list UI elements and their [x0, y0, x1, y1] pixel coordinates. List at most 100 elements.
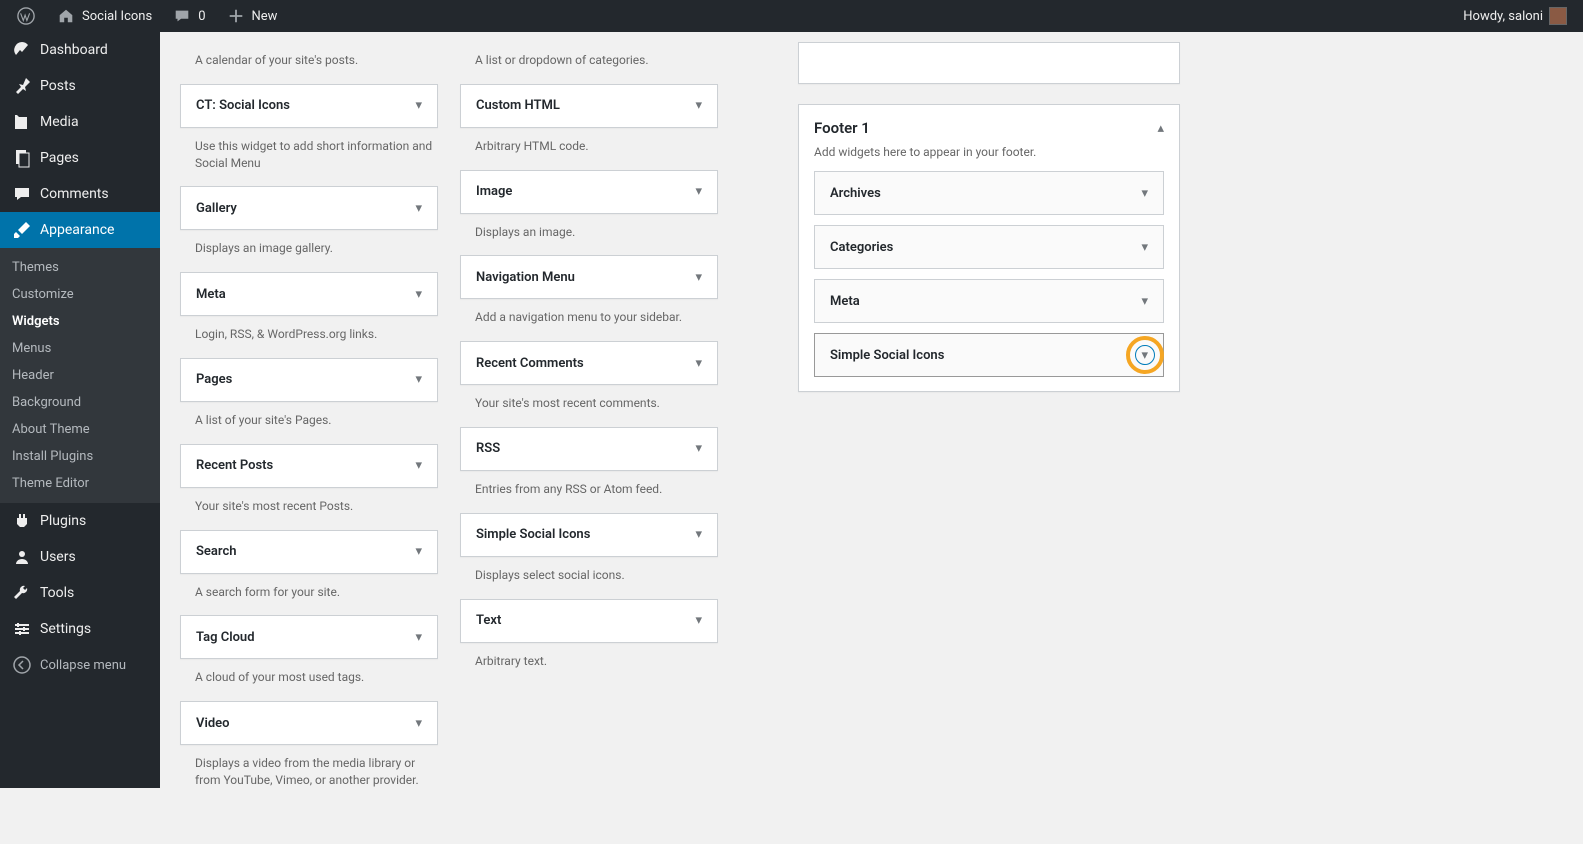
widget-title: Search: [196, 544, 237, 559]
widget-description: Your site's most recent comments.: [475, 395, 718, 412]
submenu-background[interactable]: Background: [0, 389, 160, 416]
dashboard-icon: [12, 40, 32, 60]
menu-comments[interactable]: Comments: [0, 176, 160, 212]
submenu-themes[interactable]: Themes: [0, 254, 160, 281]
available-widget[interactable]: Simple Social Icons▾: [460, 513, 718, 557]
media-icon: [12, 112, 32, 132]
menu-tools[interactable]: Tools: [0, 575, 160, 611]
widget-description: A cloud of your most used tags.: [195, 669, 438, 686]
available-widget[interactable]: CT: Social Icons▾: [180, 84, 438, 128]
menu-pages[interactable]: Pages: [0, 140, 160, 176]
chevron-down-icon: ▾: [415, 201, 422, 216]
available-widget[interactable]: RSS▾: [460, 427, 718, 471]
available-widget[interactable]: Meta▾: [180, 272, 438, 316]
widget-title: Custom HTML: [476, 98, 560, 113]
wp-logo[interactable]: [8, 0, 44, 32]
submenu-customize[interactable]: Customize: [0, 281, 160, 308]
widget-description: Arbitrary text.: [475, 653, 718, 670]
available-widget[interactable]: Text▾: [460, 599, 718, 643]
chevron-down-icon[interactable]: ▾: [1141, 294, 1148, 309]
menu-settings[interactable]: Settings: [0, 611, 160, 647]
menu-comments-label: Comments: [40, 186, 109, 202]
wordpress-icon: [16, 6, 36, 26]
chevron-down-icon: ▾: [415, 98, 422, 113]
available-widgets: A calendar of your site's posts. CT: Soci…: [180, 42, 718, 804]
my-account-link[interactable]: Howdy, saloni: [1455, 0, 1575, 32]
chevron-down-icon: ▾: [415, 458, 422, 473]
placed-widget[interactable]: Archives ▾: [814, 171, 1164, 215]
available-widget[interactable]: Image▾: [460, 170, 718, 214]
menu-users[interactable]: Users: [0, 539, 160, 575]
widget-description: Use this widget to add short information…: [195, 138, 438, 172]
widget-area-header[interactable]: Footer 1 ▴: [799, 105, 1179, 141]
new-content-link[interactable]: New: [218, 0, 286, 32]
howdy-label: Howdy, saloni: [1463, 9, 1543, 24]
menu-pages-label: Pages: [40, 150, 79, 166]
widget-title: Video: [196, 716, 230, 731]
comments-count: 0: [198, 9, 205, 24]
submenu-theme-editor[interactable]: Theme Editor: [0, 470, 160, 497]
widget-areas: Footer 1 ▴ Add widgets here to appear in…: [798, 42, 1180, 412]
available-widget[interactable]: Tag Cloud▾: [180, 615, 438, 659]
chevron-down-icon: ▾: [415, 372, 422, 387]
chevron-down-icon: ▾: [695, 356, 702, 371]
chevron-down-icon[interactable]: ▾: [1141, 186, 1148, 201]
widget-area-title: Footer 1: [814, 119, 870, 137]
placed-widget[interactable]: Meta▾: [814, 279, 1164, 323]
chevron-down-icon: ▾: [695, 527, 702, 542]
collapse-menu[interactable]: Collapse menu: [0, 647, 160, 683]
widget-title: Categories: [830, 240, 893, 255]
menu-posts-label: Posts: [40, 78, 76, 94]
widget-description: Add a navigation menu to your sidebar.: [475, 309, 718, 326]
chevron-down-icon[interactable]: ▾: [1141, 348, 1148, 363]
widget-area-footer-1: Footer 1 ▴ Add widgets here to appear in…: [798, 104, 1180, 392]
menu-appearance[interactable]: Appearance: [0, 212, 160, 248]
submenu-menus[interactable]: Menus: [0, 335, 160, 362]
avatar: [1549, 7, 1567, 25]
chevron-down-icon: ▾: [695, 441, 702, 456]
menu-media-label: Media: [40, 114, 79, 130]
widget-title: Archives: [830, 186, 881, 201]
chevron-down-icon[interactable]: ▾: [1141, 240, 1148, 255]
widget-title: Pages: [196, 372, 232, 387]
chevron-down-icon: ▾: [695, 270, 702, 285]
available-widget[interactable]: Recent Comments▾: [460, 341, 718, 385]
menu-appearance-label: Appearance: [40, 222, 114, 238]
menu-media[interactable]: Media: [0, 104, 160, 140]
placed-widget[interactable]: Categories ▾: [814, 225, 1164, 269]
menu-posts[interactable]: Posts: [0, 68, 160, 104]
available-widget[interactable]: Navigation Menu▾: [460, 255, 718, 299]
submenu-widgets[interactable]: Widgets: [0, 308, 160, 335]
widget-description: Entries from any RSS or Atom feed.: [475, 481, 718, 498]
widget-description: A list or dropdown of categories.: [475, 52, 718, 69]
widget-title: Gallery: [196, 201, 237, 216]
submenu-header[interactable]: Header: [0, 362, 160, 389]
available-widget[interactable]: Recent Posts ▾: [180, 444, 438, 488]
widget-title: Recent Posts: [196, 458, 273, 473]
comments-link[interactable]: 0: [164, 0, 213, 32]
available-widget[interactable]: Pages ▾: [180, 358, 438, 402]
widget-title: Meta: [196, 287, 226, 302]
pin-icon: [12, 76, 32, 96]
chevron-down-icon: ▾: [415, 630, 422, 645]
available-widget[interactable]: Gallery ▾: [180, 186, 438, 230]
available-widget[interactable]: Video ▾: [180, 701, 438, 745]
available-widget[interactable]: Search▾: [180, 530, 438, 574]
widget-description: A list of your site's Pages.: [195, 412, 438, 429]
widget-area-desc: Add widgets here to appear in your foote…: [799, 141, 1179, 171]
placed-widget[interactable]: Simple Social Icons▾: [814, 333, 1164, 377]
widget-description: A calendar of your site's posts.: [195, 52, 438, 69]
widget-area-collapsed[interactable]: [798, 42, 1180, 84]
comment-icon: [172, 6, 192, 26]
submenu-appearance: Themes Customize Widgets Menus Header Ba…: [0, 248, 160, 503]
submenu-install-plugins[interactable]: Install Plugins: [0, 443, 160, 470]
widget-description: Displays an image gallery.: [195, 240, 438, 257]
chevron-down-icon: ▾: [415, 716, 422, 731]
widget-title: Text: [476, 613, 501, 628]
submenu-about-theme[interactable]: About Theme: [0, 416, 160, 443]
menu-dashboard[interactable]: Dashboard: [0, 32, 160, 68]
site-name-link[interactable]: Social Icons: [48, 0, 160, 32]
menu-settings-label: Settings: [40, 621, 91, 637]
available-widget[interactable]: Custom HTML▾: [460, 84, 718, 128]
menu-plugins[interactable]: Plugins: [0, 503, 160, 539]
